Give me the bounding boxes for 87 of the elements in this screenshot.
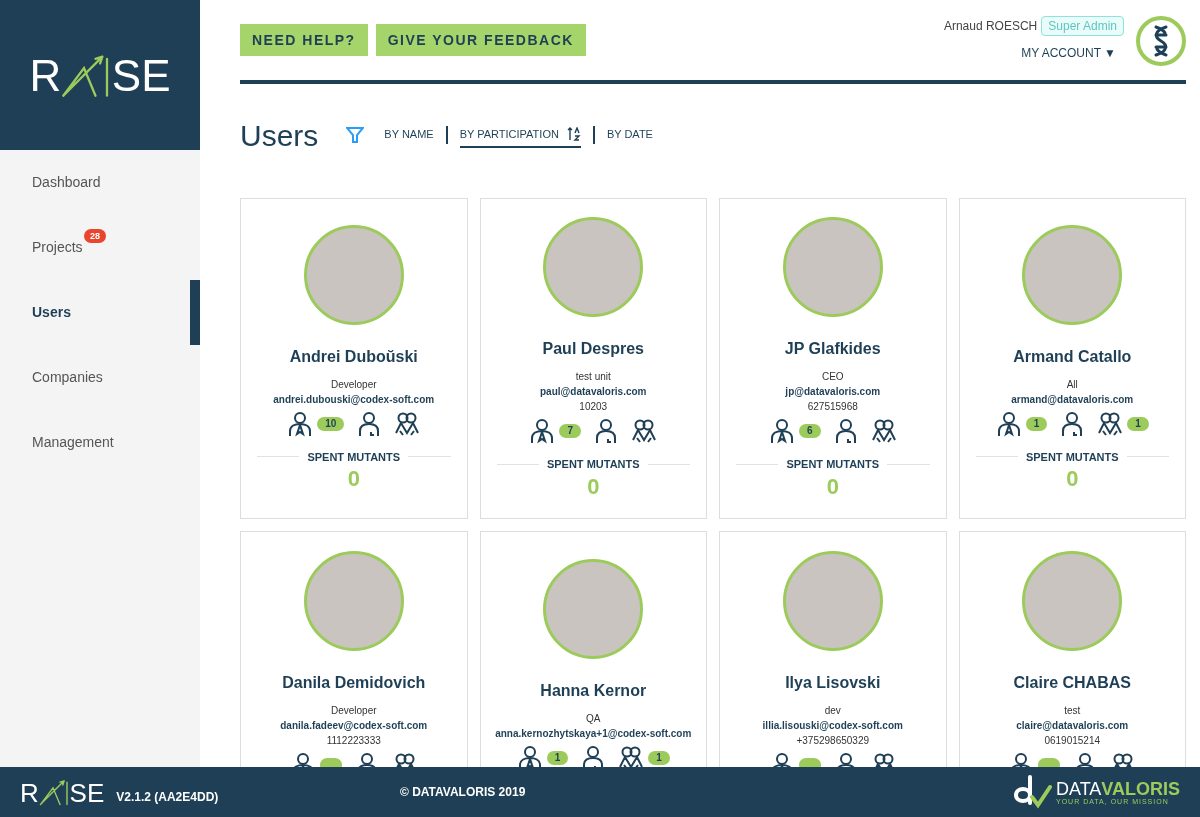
count-badge: 1 [1025,416,1048,431]
page-title: Users [240,117,319,154]
user-email: andrei.dubouski@codex-soft.com [273,392,435,407]
brand-logo-icon [1012,775,1052,809]
sidebar-item[interactable]: Projects 28 [0,215,200,280]
user-email: anna.kernozhytskaya+1@codex-soft.com [495,726,692,741]
count-badge: 10 [317,416,345,431]
user-card[interactable]: Hanna Kernor QA anna.kernozhytskaya+1@codex-soft.com 1 1 [479,531,707,767]
user-name: Hanna Kernor [540,680,647,701]
count-badge: 1 [648,750,670,765]
count-badge: 7 [559,424,582,438]
user-card[interactable]: Armand Catallo All armand@datavaloris.com 1 1 SPENT MUTANTS 0 [958,198,1186,519]
user-email: claire@datavaloris.com [1016,719,1129,733]
group-icon [870,418,897,444]
user-name: Claire CHABAS [1013,673,1131,693]
brand-name: VALORIS [1101,779,1180,798]
user-card[interactable]: Paul Despres test unit paul@datavaloris.com 10203 7 SPENT MUTANTS 0 [479,198,707,519]
user-name: Andrei Duboŭski [289,346,418,367]
sort-option[interactable]: BY PARTICIPATION [459,121,581,149]
user-role: Developer [330,377,377,392]
count-badge: 28 [84,229,106,243]
logo-text: SE [111,54,171,98]
logo-text: R [20,780,39,806]
person-with-tie-icon [995,410,1022,437]
user-card[interactable]: Claire CHABAS test claire@datavaloris.com 0619015214 [958,531,1186,767]
user-role: CEO [821,370,844,384]
user-card[interactable]: Ilya Lisovski dev illia.lisouski@codex-soft.com +375298650329 [719,531,947,767]
spent-mutants-label: SPENT MUTANTS [1025,449,1119,465]
count-badge: 1 [546,750,569,765]
copyright-text: © DATAVALORIS 2019 [400,784,527,801]
sidebar-item[interactable]: Management [0,410,200,475]
user-name: Arnaud ROESCH [943,18,1038,35]
user-role: Developer [330,704,377,718]
header-button[interactable]: NEED HELP? [240,24,368,56]
account-menu[interactable]: MY ACCOUNT ▼ [1021,44,1124,62]
user-phone: 627515968 [807,400,858,414]
sort-icon [566,127,581,141]
count-badge: 6 [798,424,821,438]
brand-name: DATA [1056,779,1102,798]
spent-mutants-value: 0 [826,472,839,500]
group-icon [1097,410,1124,437]
spent-mutants-value: 0 [347,465,360,493]
user-role: QA [586,711,601,726]
user-phone: 1112223333 [326,734,381,748]
sort-option[interactable]: BY DATE [606,121,653,149]
group-icon [394,410,421,437]
person-with-tie-icon [768,418,795,444]
spent-mutants-label: SPENT MUTANTS [307,449,401,465]
spent-mutants-value: 0 [587,472,600,500]
user-name: Danila Demidovich [282,673,426,693]
user-phone: 10203 [579,400,608,414]
user-name: Armand Catallo [1013,346,1132,367]
version-label: V2.1.2 (AA2E4DD) [116,789,219,806]
user-email: illia.lisouski@codex-soft.com [762,719,903,733]
person-with-tie-icon [529,418,556,444]
user-card[interactable]: Danila Demidovich Developer danila.fadeev@codex-soft.com 1112223333 [240,531,468,767]
header-button[interactable]: GIVE YOUR FEEDBACK [375,24,586,56]
sort-option[interactable]: BY NAME [384,121,434,149]
user-phone: 0619015214 [1044,734,1101,748]
user-card[interactable]: Andrei Duboŭski Developer andrei.dubouski@codex-soft.com 10 SPENT MUTANTS 0 [240,198,468,519]
user-name: JP Glafkides [784,339,881,359]
user-role: test [1064,704,1081,718]
spent-mutants-label: SPENT MUTANTS [786,457,880,472]
user-name: Ilya Lisovski [785,673,881,693]
sidebar-item[interactable]: Dashboard [0,150,200,215]
user-email: jp@datavaloris.com [785,385,881,399]
user-email: danila.fadeev@codex-soft.com [280,719,428,733]
account-avatar[interactable] [1136,16,1186,66]
user-role: dev [824,704,841,718]
group-icon [631,418,658,444]
user-name: Paul Despres [542,339,644,359]
logo-arrow-icon [38,778,70,806]
user-role: test unit [575,370,611,384]
user-email: paul@datavaloris.com [540,385,647,399]
spent-mutants-label: SPENT MUTANTS [546,457,640,472]
logo-text: SE [69,780,105,806]
user-email: armand@datavaloris.com [1011,392,1134,407]
filter-icon[interactable] [346,126,365,144]
user-card[interactable]: JP Glafkides CEO jp@datavaloris.com 627515968 6 SPENT MUTANTS 0 [719,198,947,519]
spent-mutants-value: 0 [1066,465,1079,493]
user-phone: +375298650329 [796,734,870,748]
count-badge: 1 [1127,416,1149,431]
logo-text: R [29,54,62,98]
person-with-tie-icon [287,410,314,437]
sidebar-item[interactable]: Companies [0,345,200,410]
role-badge: Super Admin [1041,16,1124,36]
user-role: All [1066,377,1078,392]
